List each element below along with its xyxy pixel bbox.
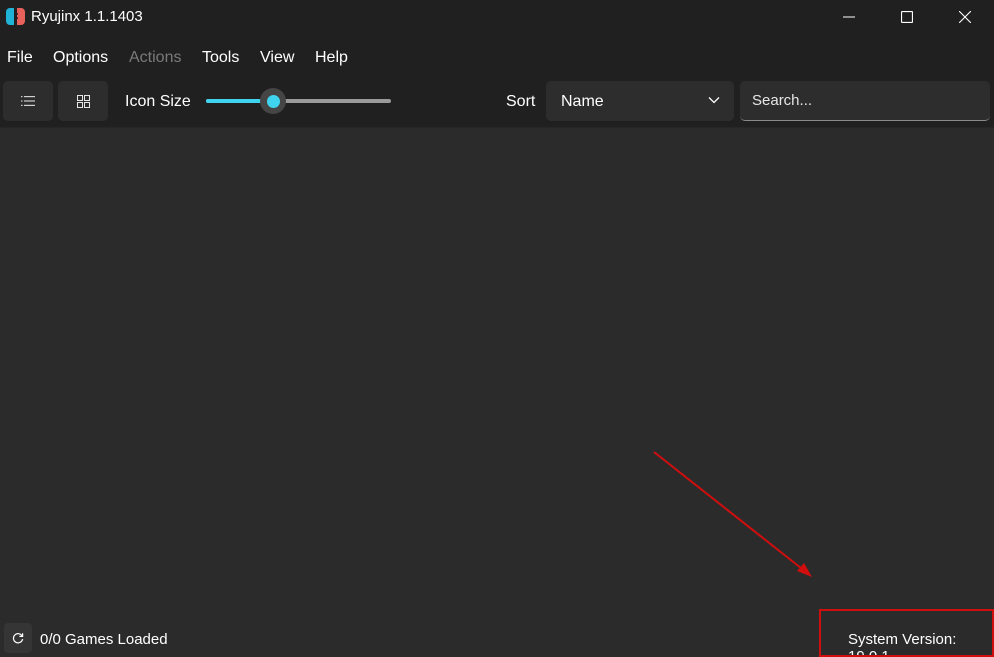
title-bar: Ryujinx 1.1.1403 [0, 0, 994, 33]
menu-tools[interactable]: Tools [202, 49, 239, 67]
refresh-button[interactable] [4, 623, 32, 653]
list-view-button[interactable] [3, 81, 53, 121]
maximize-icon [901, 11, 913, 23]
menu-help[interactable]: Help [315, 49, 348, 67]
slider-thumb[interactable] [260, 88, 286, 114]
menu-bar: File Options Actions Tools View Help [0, 33, 994, 75]
close-button[interactable] [936, 0, 994, 33]
grid-view-button[interactable] [58, 81, 108, 121]
game-list-area[interactable] [0, 129, 994, 618]
toolbar: Icon Size Sort Name [0, 75, 994, 128]
list-view-icon [21, 96, 35, 106]
icon-size-slider[interactable] [206, 93, 391, 109]
icon-size-label: Icon Size [125, 93, 191, 111]
minimize-icon [843, 11, 855, 23]
annotation-highlight-box [819, 609, 994, 657]
sort-label: Sort [506, 93, 535, 111]
sort-dropdown[interactable]: Name [546, 81, 734, 121]
menu-view[interactable]: View [260, 49, 294, 67]
refresh-icon [12, 632, 24, 644]
grid-view-icon [77, 95, 90, 108]
window-title: Ryujinx 1.1.1403 [31, 8, 143, 25]
maximize-button[interactable] [878, 0, 936, 33]
minimize-button[interactable] [820, 0, 878, 33]
search-input[interactable] [740, 81, 990, 121]
ryujinx-logo-icon [6, 8, 25, 25]
games-loaded-status: 0/0 Games Loaded [40, 631, 168, 648]
menu-file[interactable]: File [7, 49, 33, 67]
sort-selected-value: Name [561, 93, 604, 111]
close-icon [959, 11, 971, 23]
chevron-down-icon [708, 96, 720, 104]
menu-options[interactable]: Options [53, 49, 108, 67]
menu-actions[interactable]: Actions [129, 49, 181, 67]
